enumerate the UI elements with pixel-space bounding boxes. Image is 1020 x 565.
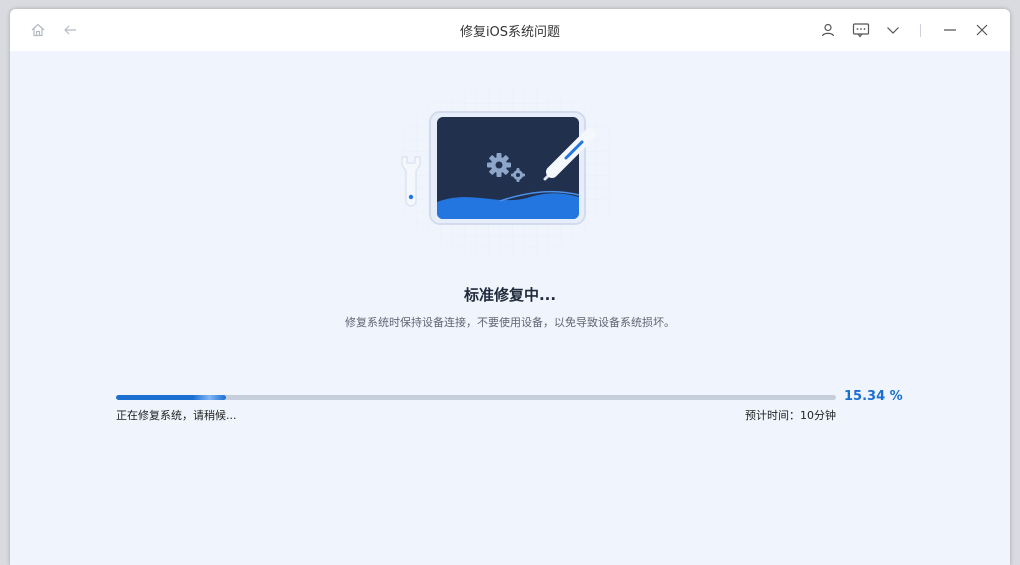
title-bar: 修复iOS系统问题 <box>10 9 1010 51</box>
app-window: 修复iOS系统问题 标准修复中... 修复系统时保持设备连接，不要使用设备，以免… <box>10 9 1010 565</box>
repair-heading: 标准修复中... <box>463 286 557 304</box>
estimated-time: 预计时间：10分钟 <box>745 409 836 422</box>
repair-subtitle: 修复系统时保持设备连接，不要使用设备，以免导致设备系统损坏。 <box>345 316 675 329</box>
title-bar-divider <box>920 24 921 37</box>
progress-status: 正在修复系统，请稍候... <box>116 409 237 422</box>
progress-percent: 15.34 % <box>844 389 903 404</box>
repair-illustration <box>380 79 630 264</box>
progress-track <box>116 395 836 400</box>
chevron-down-icon[interactable] <box>882 19 904 41</box>
minimize-icon[interactable] <box>939 19 961 41</box>
progress-fill <box>116 395 227 400</box>
close-icon[interactable] <box>971 19 993 41</box>
message-icon[interactable] <box>850 19 872 41</box>
user-icon[interactable] <box>817 19 839 41</box>
